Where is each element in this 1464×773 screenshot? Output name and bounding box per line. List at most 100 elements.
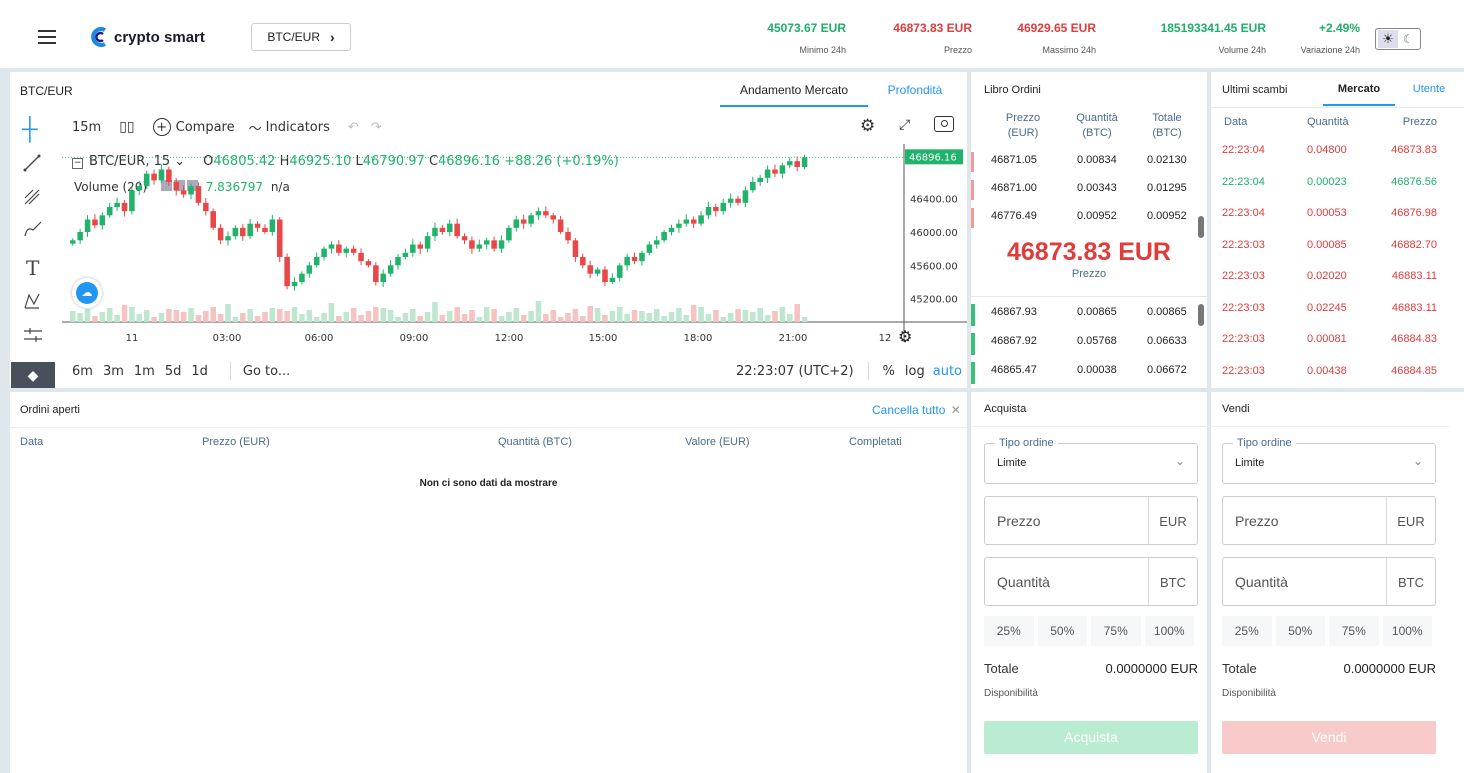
range-button[interactable]: 1m	[134, 364, 155, 379]
axis-settings-icon[interactable]: ⚙	[898, 327, 912, 347]
ob-price: 46867.92	[991, 335, 1037, 347]
percent-button[interactable]: 25%	[1222, 616, 1272, 646]
logo[interactable]: crypto smart	[90, 26, 205, 48]
volume-bar	[609, 311, 616, 322]
trade-row[interactable]: 22:23:03 0.02245 46883.11	[1211, 302, 1464, 322]
candle-body	[520, 219, 527, 224]
price-chart[interactable]: 46400.00 46000.00 45600.00 45200.00 46896.16…	[62, 144, 967, 360]
candle-body	[225, 236, 231, 241]
range-button[interactable]: 3m	[103, 364, 124, 379]
ask-row[interactable]: 46871.05 0.00834 0.02130	[971, 150, 1197, 174]
volume-bar	[195, 315, 202, 322]
trade-row[interactable]: 22:23:04 0.00023 46876.56	[1211, 176, 1464, 196]
candle-type-icon[interactable]: ▯▯	[119, 119, 134, 135]
candle-body	[387, 265, 394, 274]
buy-submit-button[interactable]: Acquista	[984, 721, 1198, 754]
stat-value: 185193341.45 EUR	[1160, 21, 1266, 35]
tab-mercato[interactable]: Mercato	[1323, 83, 1395, 106]
compare-plus-icon[interactable]: +	[152, 118, 171, 136]
trade-row[interactable]: 22:23:04 0.04800 46873.83	[1211, 144, 1464, 164]
undo-icon[interactable]: ↶	[348, 120, 359, 135]
indicators-icon[interactable]: 〜	[249, 118, 262, 137]
measure-icon[interactable]	[23, 326, 43, 344]
theme-toggle[interactable]: ☀ ☾	[1375, 28, 1421, 50]
percent-button[interactable]: 25%	[984, 616, 1034, 646]
crosshair-icon[interactable]: ┼	[22, 118, 38, 140]
bids-scrollbar[interactable]	[1198, 304, 1204, 326]
trade-row[interactable]: 22:23:03 0.00081 46884.83	[1211, 333, 1464, 353]
candle-body	[247, 223, 253, 237]
candle-body	[506, 227, 512, 241]
range-button[interactable]: 6m	[72, 364, 93, 379]
chart-toolbar: 15m ▯▯ + Compare 〜 Indicators ↶ ↷	[72, 116, 382, 138]
range-button[interactable]: 5d	[165, 364, 182, 379]
volume-bar	[735, 309, 741, 322]
trendline-icon[interactable]	[23, 154, 41, 172]
ask-row[interactable]: 46776.49 0.00952 0.00952	[971, 206, 1197, 230]
redo-icon[interactable]: ↷	[371, 120, 382, 135]
volume-bar	[424, 312, 431, 322]
sell-price-field[interactable]: Prezzo EUR	[1222, 496, 1436, 545]
settings-icon[interactable]: ⚙	[860, 116, 875, 136]
screenshot-icon[interactable]	[934, 116, 954, 132]
buy-order-type-select[interactable]: Tipo ordine Limite ⌄	[984, 437, 1198, 484]
volume-bar	[77, 313, 83, 322]
bid-row[interactable]: 46867.92 0.05768 0.06633	[971, 331, 1197, 355]
trades-panel: Ultimi scambi Mercato Utente Data Quanti…	[1211, 72, 1464, 388]
volume-bar	[321, 313, 327, 322]
bid-row[interactable]: 46865.47 0.00038 0.06672	[971, 360, 1197, 384]
volume-bar	[779, 307, 786, 322]
percent-button[interactable]: 100%	[1144, 616, 1194, 646]
range-button[interactable]: 1d	[191, 364, 208, 379]
volume-bar	[203, 311, 209, 322]
interval-button[interactable]: 15m	[72, 120, 101, 135]
percent-button[interactable]: 100%	[1382, 616, 1432, 646]
ob-qty: 0.00865	[1077, 306, 1117, 318]
volume-bar	[313, 317, 320, 322]
buy-price-field[interactable]: Prezzo EUR	[984, 496, 1198, 545]
fib-icon[interactable]	[23, 188, 41, 206]
pattern-icon[interactable]	[23, 292, 41, 310]
brush-icon[interactable]	[23, 220, 43, 238]
auto-scale-button[interactable]: auto	[933, 364, 962, 379]
tradingview-logo-icon[interactable]: ☁	[72, 278, 102, 308]
volume-bar	[158, 313, 165, 322]
candle-body	[180, 190, 187, 195]
goto-button[interactable]: Go to...	[243, 364, 290, 379]
pair-selector-button[interactable]: BTC/EUR ›	[251, 23, 351, 51]
tab-andamento-mercato[interactable]: Andamento Mercato	[720, 83, 868, 107]
sell-qty-field[interactable]: Quantità BTC	[1222, 557, 1436, 606]
text-tool-icon[interactable]: T	[26, 256, 39, 280]
trade-row[interactable]: 22:23:04 0.00053 46876.98	[1211, 207, 1464, 227]
ask-row[interactable]: 46871.00 0.00343 0.01295	[971, 178, 1197, 202]
log-scale-button[interactable]: log	[905, 364, 925, 379]
bid-row[interactable]: 46867.93 0.00865 0.00865	[971, 302, 1197, 326]
collapse-toolbar-icon[interactable]: ◆	[11, 362, 55, 388]
percent-scale-button[interactable]: %	[883, 364, 895, 379]
cancel-all-button[interactable]: Cancella tutto ✕	[872, 403, 961, 417]
volume-bar	[483, 307, 490, 322]
tab-utente[interactable]: Utente	[1401, 83, 1457, 95]
buy-qty-field[interactable]: Quantità BTC	[984, 557, 1198, 606]
percent-button[interactable]: 75%	[1091, 616, 1141, 646]
percent-button[interactable]: 50%	[1275, 616, 1325, 646]
trade-row[interactable]: 22:23:03 0.00085 46882.70	[1211, 239, 1464, 259]
asks-scrollbar[interactable]	[1198, 216, 1204, 238]
chart-time: 22:23:07 (UTC+2)	[735, 363, 854, 379]
indicators-button[interactable]: Indicators	[266, 120, 330, 135]
compare-button[interactable]: Compare	[176, 120, 235, 135]
volume-bar	[787, 314, 793, 322]
menu-icon[interactable]	[38, 30, 56, 44]
sell-submit-button[interactable]: Vendi	[1222, 721, 1436, 754]
trade-row[interactable]: 22:23:03 0.00438 46884.85	[1211, 365, 1464, 385]
logo-text: crypto smart	[114, 28, 205, 46]
sell-order-type-select[interactable]: Tipo ordine Limite ⌄	[1222, 437, 1436, 484]
trade-row[interactable]: 22:23:03 0.02020 46883.11	[1211, 270, 1464, 290]
percent-button[interactable]: 50%	[1037, 616, 1087, 646]
volume-bar	[506, 312, 512, 322]
tab-profondita[interactable]: Profondità	[880, 83, 950, 97]
percent-button[interactable]: 75%	[1329, 616, 1379, 646]
volume-bar	[180, 312, 187, 322]
candle-body	[617, 265, 623, 278]
fullscreen-icon[interactable]: ⤢	[899, 116, 910, 133]
